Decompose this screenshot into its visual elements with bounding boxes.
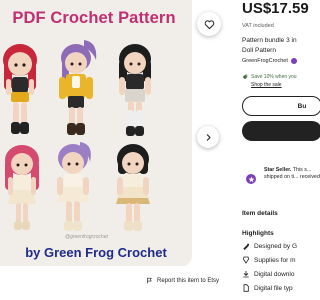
- highlight-label: Digital file typ: [254, 284, 293, 292]
- supplies-icon: [242, 256, 250, 264]
- star-icon: [248, 176, 254, 182]
- image-title: PDF Crochet Pattern: [12, 9, 176, 27]
- image-watermark: @greenfrogcrochet: [65, 234, 108, 240]
- shop-name-link[interactable]: GreenFrogCrochet: [242, 58, 297, 64]
- favorite-button[interactable]: [197, 12, 221, 36]
- add-to-basket-button[interactable]: [242, 121, 320, 141]
- star-seller-icon: [290, 58, 297, 64]
- file-icon: [242, 284, 250, 292]
- doll-purple-hair: [59, 40, 97, 135]
- next-image-button[interactable]: [197, 126, 219, 148]
- doll-pink-hair: [5, 145, 39, 230]
- item-title: Pattern bundle 3 in Doll Pattern: [242, 36, 312, 55]
- save-text: Save 10% when you: [251, 74, 297, 80]
- highlight-download: Digital downlo: [242, 270, 294, 278]
- item-details-heading[interactable]: Item details: [242, 210, 278, 217]
- sale-notice: Save 10% when you: [242, 74, 297, 80]
- star-seller-info: Star Seller. This s... shipped on ti... …: [242, 165, 320, 200]
- item-title-line-2: Doll Pattern: [242, 46, 276, 54]
- item-price: US$17.59: [242, 0, 309, 17]
- highlight-label: Digital downlo: [254, 270, 295, 278]
- designer-icon: [242, 242, 250, 250]
- star-seller-heading: Star Seller.: [264, 167, 292, 173]
- image-caption: by Green Frog Crochet: [25, 245, 167, 260]
- highlights-heading: Highlights: [242, 230, 274, 237]
- heart-icon: [204, 19, 214, 29]
- highlight-label: Supplies for m: [254, 256, 296, 264]
- item-title-line-1: Pattern bundle 3 in: [242, 37, 297, 44]
- doll-lavender-hair: [57, 142, 91, 231]
- tag-icon: [242, 74, 248, 80]
- highlight-designed-by: Designed by G: [242, 242, 297, 250]
- doll-red-hair: [3, 44, 37, 134]
- report-item-label: Report this item to Etsy: [157, 277, 220, 284]
- report-item-link[interactable]: Report this item to Etsy: [146, 277, 219, 284]
- buy-it-now-button[interactable]: Bu: [242, 96, 320, 116]
- highlight-label: Designed by G: [254, 242, 297, 250]
- star-seller-badge-icon: [246, 174, 256, 184]
- shop-sale-link[interactable]: Shop the sale: [251, 82, 282, 88]
- doll-black-bob: [116, 144, 150, 231]
- download-icon: [242, 270, 250, 278]
- vat-note: VAT included: [242, 23, 274, 29]
- flag-icon: [147, 277, 152, 284]
- chevron-right-icon: [206, 133, 211, 141]
- doll-black-hair: [119, 44, 151, 136]
- star-seller-text: Star Seller. This s... shipped on ti... …: [264, 167, 320, 181]
- product-image[interactable]: PDF Crochet Pattern @greenfrogcrochet by…: [0, 0, 192, 266]
- shop-name: GreenFrogCrochet: [242, 58, 288, 64]
- highlight-file-type: Digital file typ: [242, 284, 293, 292]
- crochet-dolls-illustration: [3, 40, 151, 231]
- highlight-supplies: Supplies for m: [242, 256, 296, 264]
- buy-button-label: Bu: [297, 102, 307, 110]
